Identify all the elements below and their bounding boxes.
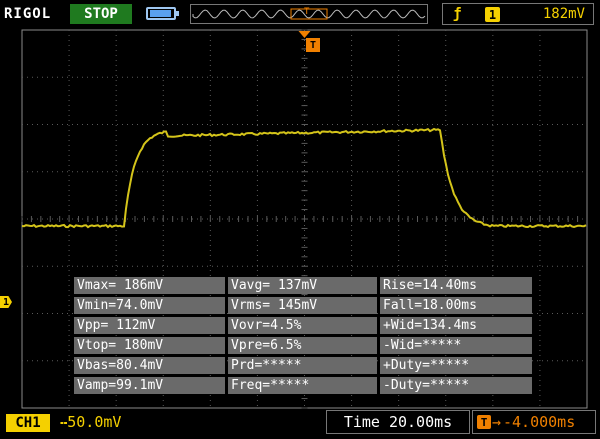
measurement-panel: Vmax= 186mV Vavg= 137mV Rise=14.40ms Vmin=7… — [74, 277, 534, 399]
measurement-cell: Vbas=80.4mV — [74, 357, 225, 374]
measurement-cell: Vpre=6.5% — [228, 337, 377, 354]
trigger-position-marker[interactable]: T — [306, 38, 320, 52]
measurement-cell: Vavg= 137mV — [228, 277, 377, 294]
measurement-cell: Vtop= 180mV — [74, 337, 225, 354]
measurement-cell: Freq=***** — [228, 377, 377, 394]
measurement-cell: Vrms= 145mV — [228, 297, 377, 314]
measurement-cell: +Wid=134.4ms — [380, 317, 532, 334]
measurement-cell: Vovr=4.5% — [228, 317, 377, 334]
arrow-right-icon: → — [492, 413, 502, 431]
measurement-cell: +Duty=***** — [380, 357, 532, 374]
measurement-cell: Prd=***** — [228, 357, 377, 374]
ch1-scale-value: 50.0mV — [67, 413, 122, 431]
measurement-cell: Vpp= 112mV — [74, 317, 225, 334]
horizontal-timebase[interactable]: Time 20.00ms — [326, 410, 470, 434]
measurement-cell: Vamp=99.1mV — [74, 377, 225, 394]
measurement-cell: Vmin=74.0mV — [74, 297, 225, 314]
offset-value: -4.000ms — [503, 413, 576, 431]
trigger-arrow-icon — [298, 31, 311, 38]
trigger-offset-icon: T — [477, 415, 491, 429]
measurement-cell: Vmax= 186mV — [74, 277, 225, 294]
measurement-cell: Rise=14.40ms — [380, 277, 532, 294]
measurement-cell: -Duty=***** — [380, 377, 532, 394]
ch1-label[interactable]: CH1 — [6, 414, 50, 432]
oscilloscope-screen: RIGOL STOP T ƒ 1 182mV T 1 Vmax= 186mV Va… — [0, 0, 600, 439]
measurement-cell: Fall=18.00ms — [380, 297, 532, 314]
ch1-vertical-scale[interactable]: ╍50.0mV — [60, 413, 121, 431]
horizontal-offset[interactable]: T → -4.000ms — [472, 410, 596, 434]
measurement-cell: -Wid=***** — [380, 337, 532, 354]
